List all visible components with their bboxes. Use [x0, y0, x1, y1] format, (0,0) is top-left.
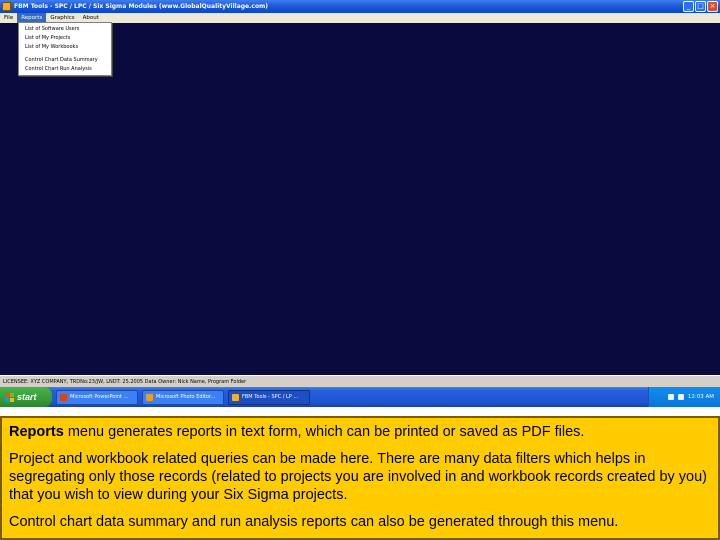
taskbar-item-photo-editor[interactable]: Microsoft Photo Editor...	[142, 389, 224, 405]
powerpoint-icon	[60, 393, 67, 401]
menu-item-control-chart-data-summary[interactable]: Control Chart Data Summary	[19, 56, 111, 65]
app-icon	[2, 2, 11, 11]
system-tray: 12:03 AM	[648, 387, 720, 407]
window-title-bar[interactable]: FBM Tools - SPC / LPC / Six Sigma Module…	[0, 0, 720, 13]
close-button[interactable]: ×	[707, 1, 718, 12]
menu-file[interactable]: File	[0, 13, 17, 23]
menu-item-software-users[interactable]: List of Software Users	[19, 25, 111, 34]
minimize-button[interactable]: _	[683, 1, 694, 12]
taskbar-item-fbm-tools[interactable]: FBM Tools - SPC / LP ...	[228, 389, 310, 405]
caption-paragraph-1: Reports menu generates reports in text f…	[9, 423, 710, 441]
menu-item-my-workbooks[interactable]: List of My Workbooks	[19, 43, 111, 52]
caption-paragraph-3: Control chart data summary and run analy…	[9, 514, 619, 530]
fbm-tools-icon	[232, 393, 239, 401]
taskbar: start Microsoft PowerPoint ... Microsoft…	[0, 387, 720, 407]
clock: 12:03 AM	[687, 394, 714, 400]
caption-panel: Reports menu generates reports in text f…	[0, 416, 720, 540]
reports-dropdown-menu: List of Software Users List of My Projec…	[18, 22, 112, 76]
windows-logo-icon	[5, 392, 14, 402]
taskbar-item-label: Microsoft PowerPoint ...	[70, 394, 129, 400]
caption-keyword: Reports	[9, 424, 64, 440]
taskbar-item-label: FBM Tools - SPC / LP ...	[242, 394, 299, 400]
menu-item-my-projects[interactable]: List of My Projects	[19, 34, 111, 43]
caption-text: menu generates reports in text form, whi…	[63, 424, 585, 440]
taskbar-item-powerpoint[interactable]: Microsoft PowerPoint ...	[56, 389, 138, 405]
start-button[interactable]: start	[0, 387, 52, 407]
window-title: FBM Tools - SPC / LPC / Six Sigma Module…	[14, 3, 269, 10]
window-controls: _ □ ×	[683, 1, 718, 12]
status-bar: LICENSEE: XYZ COMPANY, TRDNo:23/JW, LNDT…	[0, 375, 720, 387]
photo-editor-icon	[146, 393, 153, 401]
speaker-icon[interactable]	[677, 394, 684, 400]
caption-paragraph-2: Project and workbook related queries can…	[9, 451, 707, 503]
menu-item-control-chart-run-analysis[interactable]: Control Chart Run Analysis	[19, 65, 111, 74]
start-label: start	[17, 392, 37, 402]
tray-icon[interactable]	[667, 394, 674, 400]
taskbar-item-label: Microsoft Photo Editor...	[156, 394, 216, 400]
maximize-button[interactable]: □	[695, 1, 706, 12]
